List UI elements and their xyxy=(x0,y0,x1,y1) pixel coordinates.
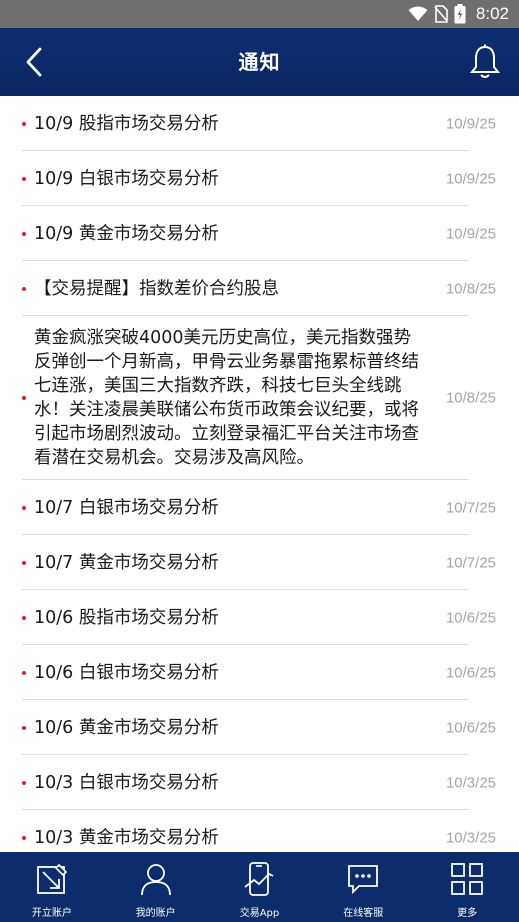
list-item[interactable]: 10/3 白银市场交易分析 10/3/25 xyxy=(0,755,519,810)
notification-date: 10/7/25 xyxy=(445,499,496,516)
notification-date: 10/9/25 xyxy=(445,115,496,132)
notification-bell-button[interactable] xyxy=(467,42,503,82)
notification-title: 10/7 黄金市场交易分析 xyxy=(34,552,219,573)
open-account-icon xyxy=(36,863,68,894)
bullet-dot xyxy=(22,780,26,785)
nav-label: 交易App xyxy=(239,908,280,919)
trading-app-icon xyxy=(244,862,274,896)
notification-date: 10/9/25 xyxy=(445,170,496,187)
status-bar: 8:02 xyxy=(0,0,519,28)
notification-date: 10/3/25 xyxy=(445,829,496,846)
notification-date: 10/8/25 xyxy=(445,280,496,297)
bullet-dot xyxy=(22,835,26,840)
bullet-dot xyxy=(22,670,26,675)
nav-open-account[interactable]: 开立账户 xyxy=(0,852,104,922)
nav-label: 更多 xyxy=(457,908,478,919)
bottom-nav: 开立账户 我的账户 交易App 在线客服 更多 xyxy=(0,852,519,922)
bullet-dot xyxy=(22,615,26,620)
bullet-dot xyxy=(22,725,26,730)
notification-title: 10/3 白银市场交易分析 xyxy=(34,772,219,793)
nav-my-account[interactable]: 我的账户 xyxy=(104,852,208,922)
notification-date: 10/7/25 xyxy=(445,554,496,571)
list-item[interactable]: 10/6 股指市场交易分析 10/6/25 xyxy=(0,590,519,645)
list-item[interactable]: 黄金疯涨突破4000美元历史高位，美元指数强势反弹创一个月新高，甲骨云业务暴雷拖… xyxy=(0,316,519,480)
notification-title: 10/9 白银市场交易分析 xyxy=(34,168,219,189)
status-icons: 8:02 xyxy=(408,0,509,28)
list-item[interactable]: 10/7 黄金市场交易分析 10/7/25 xyxy=(0,535,519,590)
nav-label: 在线客服 xyxy=(343,908,384,919)
notification-title: 10/6 股指市场交易分析 xyxy=(34,607,219,628)
notification-title: 【交易提醒】指数差价合约股息 xyxy=(34,278,279,299)
header: 通知 xyxy=(0,28,519,96)
notification-date: 10/6/25 xyxy=(445,609,496,626)
wifi-icon xyxy=(408,6,428,21)
list-item[interactable]: 10/9 白银市场交易分析 10/9/25 xyxy=(0,151,519,206)
nav-trading-app[interactable]: 交易App xyxy=(208,852,312,922)
list-item[interactable]: 10/6 黄金市场交易分析 10/6/25 xyxy=(0,700,519,755)
notification-date: 10/3/25 xyxy=(445,774,496,791)
bullet-dot xyxy=(22,121,26,126)
chat-icon xyxy=(348,865,379,895)
list-item[interactable]: 10/9 股指市场交易分析 10/9/25 xyxy=(0,96,519,151)
battery-charging-icon xyxy=(454,4,466,24)
notification-title: 10/6 黄金市场交易分析 xyxy=(34,717,219,738)
notification-date: 10/6/25 xyxy=(445,664,496,681)
status-time: 8:02 xyxy=(475,4,509,23)
notification-title: 10/9 股指市场交易分析 xyxy=(34,113,219,134)
notification-date: 10/6/25 xyxy=(445,719,496,736)
notification-title: 10/3 黄金市场交易分析 xyxy=(34,827,219,848)
notification-title: 10/7 白银市场交易分析 xyxy=(34,497,219,518)
bell-icon xyxy=(470,44,500,78)
list-item[interactable]: 10/3 黄金市场交易分析 10/3/25 xyxy=(0,810,519,852)
bullet-dot xyxy=(22,231,26,236)
bullet-dot xyxy=(22,286,26,291)
bullet-dot xyxy=(22,176,26,181)
notification-date: 10/9/25 xyxy=(445,225,496,242)
no-sim-icon xyxy=(434,5,448,23)
nav-label: 开立账户 xyxy=(31,908,72,919)
nav-online-service[interactable]: 在线客服 xyxy=(311,852,415,922)
list-item[interactable]: 【交易提醒】指数差价合约股息 10/8/25 xyxy=(0,261,519,316)
user-icon xyxy=(140,864,171,896)
notification-title: 10/6 白银市场交易分析 xyxy=(34,662,219,683)
grid-icon xyxy=(451,863,483,895)
list-item[interactable]: 10/9 黄金市场交易分析 10/9/25 xyxy=(0,206,519,261)
notification-title: 10/9 黄金市场交易分析 xyxy=(34,223,219,244)
list-item[interactable]: 10/7 白银市场交易分析 10/7/25 xyxy=(0,480,519,535)
page-title: 通知 xyxy=(238,50,281,74)
notification-title: 黄金疯涨突破4000美元历史高位，美元指数强势反弹创一个月新高，甲骨云业务暴雷拖… xyxy=(34,328,419,468)
notification-date: 10/8/25 xyxy=(445,389,496,407)
nav-more[interactable]: 更多 xyxy=(415,852,519,922)
list-item[interactable]: 10/6 白银市场交易分析 10/6/25 xyxy=(0,645,519,700)
bullet-dot xyxy=(22,560,26,565)
nav-label: 我的账户 xyxy=(135,908,176,919)
bullet-dot xyxy=(22,505,26,510)
bullet-dot xyxy=(22,396,26,400)
notification-list: 10/9 股指市场交易分析 10/9/25 10/9 白银市场交易分析 10/9/2… xyxy=(0,96,519,852)
